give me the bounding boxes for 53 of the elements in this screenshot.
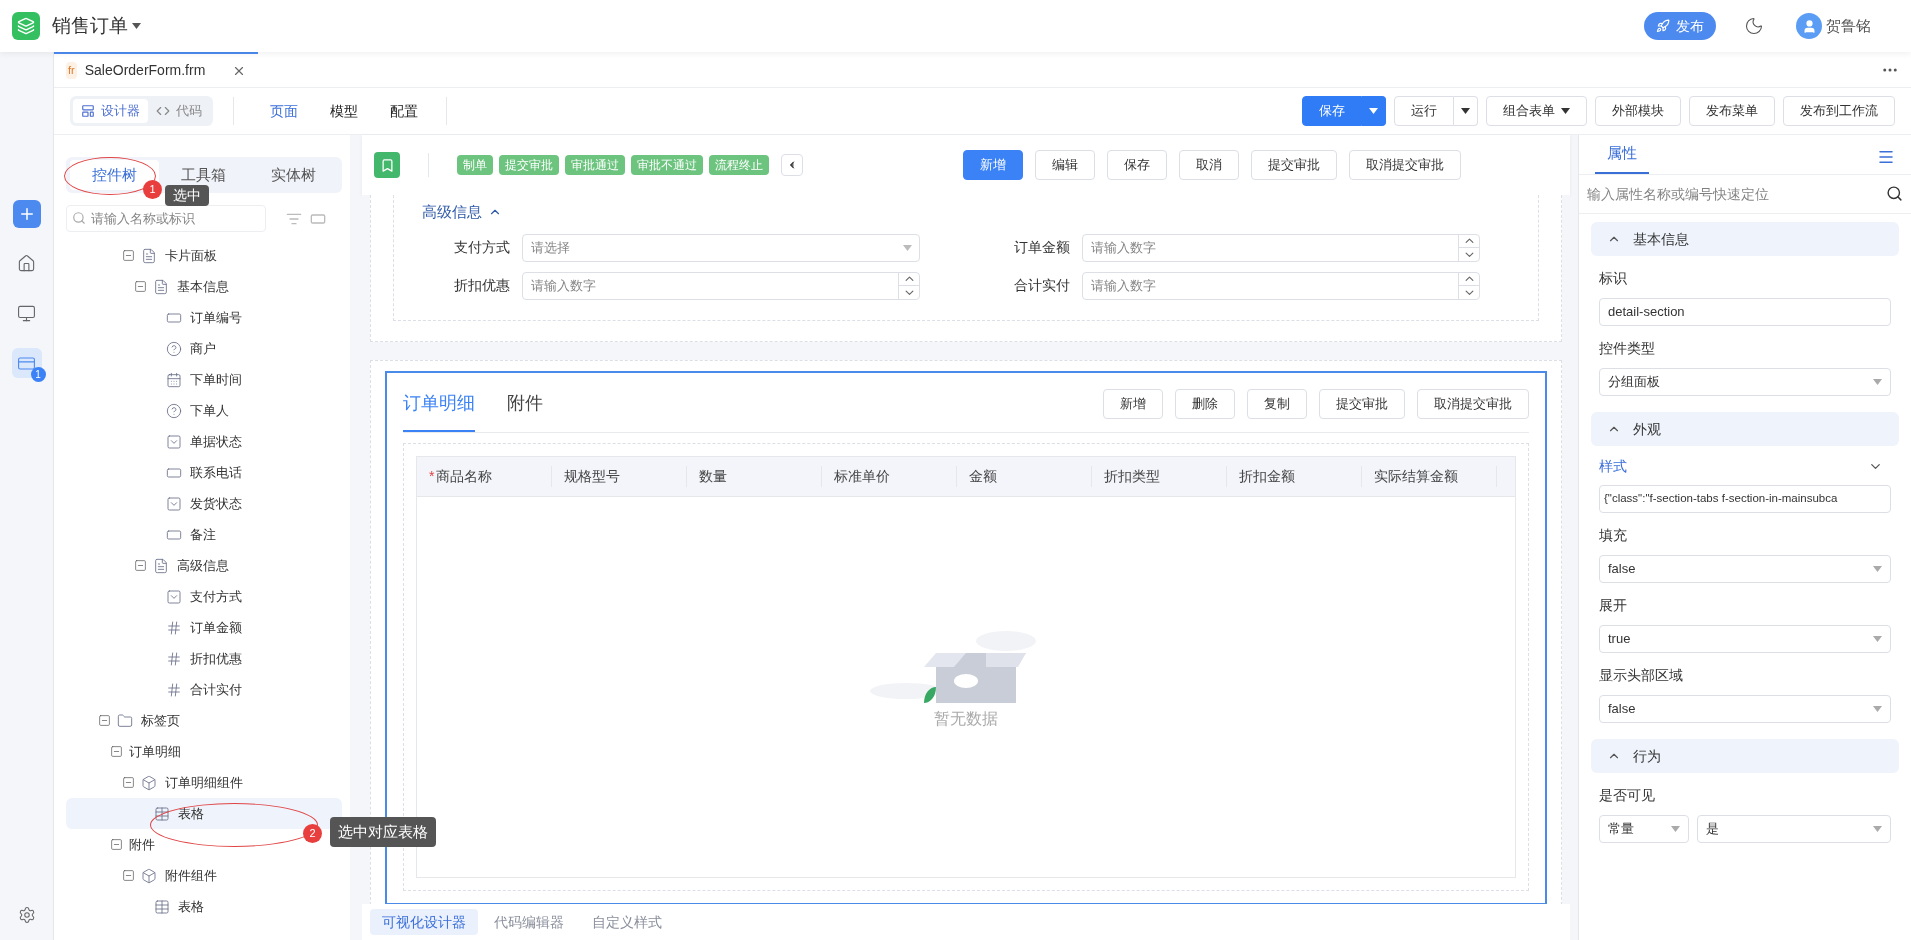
tree-label: 支付方式: [190, 587, 242, 606]
property-label: 填充: [1599, 527, 1627, 543]
empty-message: 暂无数据: [934, 708, 998, 729]
tree-label: 联系电话: [190, 463, 242, 482]
tree-label: 基本信息: [177, 277, 229, 296]
column-header: 数量: [699, 466, 727, 486]
tree-label: 订单明细: [129, 742, 181, 761]
tree-label: 备注: [190, 525, 216, 544]
field-label: 订单金额: [1013, 238, 1070, 257]
file-type-badge: fr: [66, 62, 77, 79]
column-header: 折扣类型: [1104, 466, 1160, 486]
column-header: 规格型号: [564, 466, 620, 486]
notification-badge: 1: [30, 367, 46, 382]
tree-label: 商户: [190, 339, 216, 358]
tooltip: 选中: [165, 185, 209, 206]
column-header: 商品名称: [436, 466, 493, 486]
tree-label: 高级信息: [177, 556, 229, 575]
property-label: 是否可见: [1599, 787, 1655, 803]
tree-label: 订单编号: [190, 308, 242, 327]
field-label: 支付方式: [453, 238, 510, 257]
field-label: 合计实付: [1013, 276, 1070, 295]
tree-label: 合计实付: [190, 680, 242, 699]
tree-label: 附件组件: [165, 866, 217, 885]
tree-label: 订单明细组件: [165, 773, 243, 792]
tree-label: 附件: [129, 835, 155, 854]
tree-label: 单据状态: [190, 432, 242, 451]
field-label: 折扣优惠: [453, 276, 510, 295]
tree-label: 卡片面板: [165, 246, 217, 265]
tree-label: 下单时间: [190, 370, 242, 389]
column-header: 折扣金额: [1239, 466, 1295, 486]
tree-label: 标签页: [141, 711, 180, 730]
tree-label: 下单人: [190, 401, 229, 420]
status-tag: 审批不通过: [631, 155, 703, 175]
tree-label: 订单金额: [190, 618, 242, 637]
tree-label: 表格: [178, 897, 204, 916]
property-label: 展开: [1599, 597, 1627, 613]
file-name: SaleOrderForm.frm: [84, 61, 206, 80]
status-tag: 制单: [457, 155, 493, 175]
tooltip: 选中对应表格: [330, 817, 436, 847]
property-label: 显示头部区域: [1599, 667, 1683, 683]
column-header: 实际结算金额: [1374, 466, 1458, 486]
property-label: 控件类型: [1599, 340, 1655, 356]
status-tag: 流程终止: [709, 155, 769, 175]
tree-label: 折扣优惠: [190, 649, 242, 668]
required-mark: *: [429, 466, 435, 486]
status-tag: 审批通过: [565, 155, 625, 175]
tree-label: 发货状态: [190, 494, 242, 513]
section-title: 高级信息: [422, 202, 482, 222]
column-header: 金额: [969, 466, 997, 486]
property-label: 标识: [1599, 270, 1627, 286]
tree-label: 表格: [178, 804, 204, 823]
status-tag: 提交审批: [499, 155, 559, 175]
column-header: 标准单价: [834, 466, 890, 486]
